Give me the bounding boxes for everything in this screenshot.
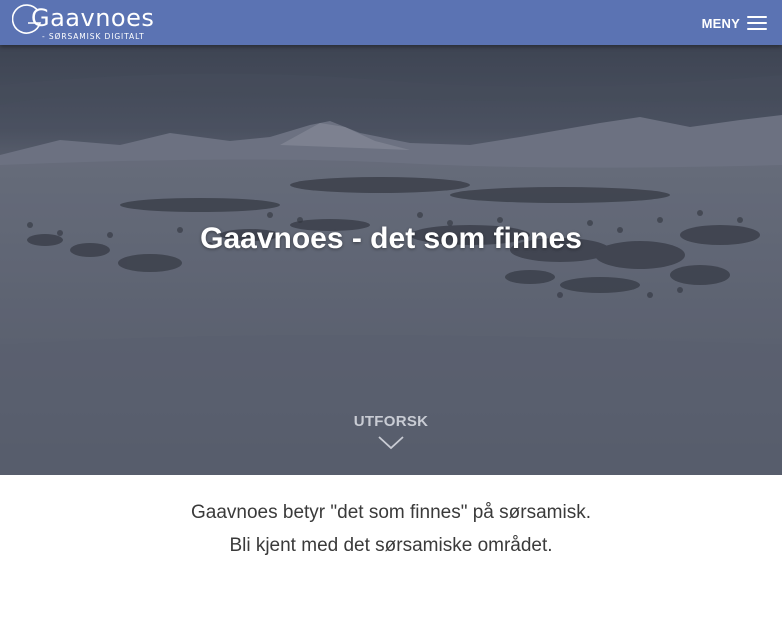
intro-line-2: Bli kjent med det sørsamiske området. [229, 535, 553, 556]
reindeer-herd-background-image [0, 45, 782, 475]
menu-button[interactable]: MENY [702, 12, 767, 34]
hero-title: Gaavnoes - det som finnes [200, 222, 582, 256]
explore-button[interactable]: UTFORSK [341, 413, 441, 463]
chevron-down-icon [378, 436, 404, 450]
hero-banner: Gaavnoes - det som finnes UTFORSK [0, 45, 782, 475]
intro-text: Gaavnoes betyr "det som finnes" på sørsa… [0, 496, 782, 562]
menu-label: MENY [701, 15, 740, 31]
explore-label: UTFORSK [353, 413, 429, 430]
top-navigation-bar: Gaavnoes - SØRSAMISK DIGITALT MENY [0, 0, 782, 45]
intro-line-1: Gaavnoes betyr "det som finnes" på sørsa… [191, 502, 591, 523]
hamburger-icon [747, 15, 767, 31]
site-logo[interactable]: Gaavnoes - SØRSAMISK DIGITALT [12, 3, 162, 43]
logo-tagline: - SØRSAMISK DIGITALT [42, 32, 145, 41]
logo-wordmark: Gaavnoes [31, 4, 155, 32]
